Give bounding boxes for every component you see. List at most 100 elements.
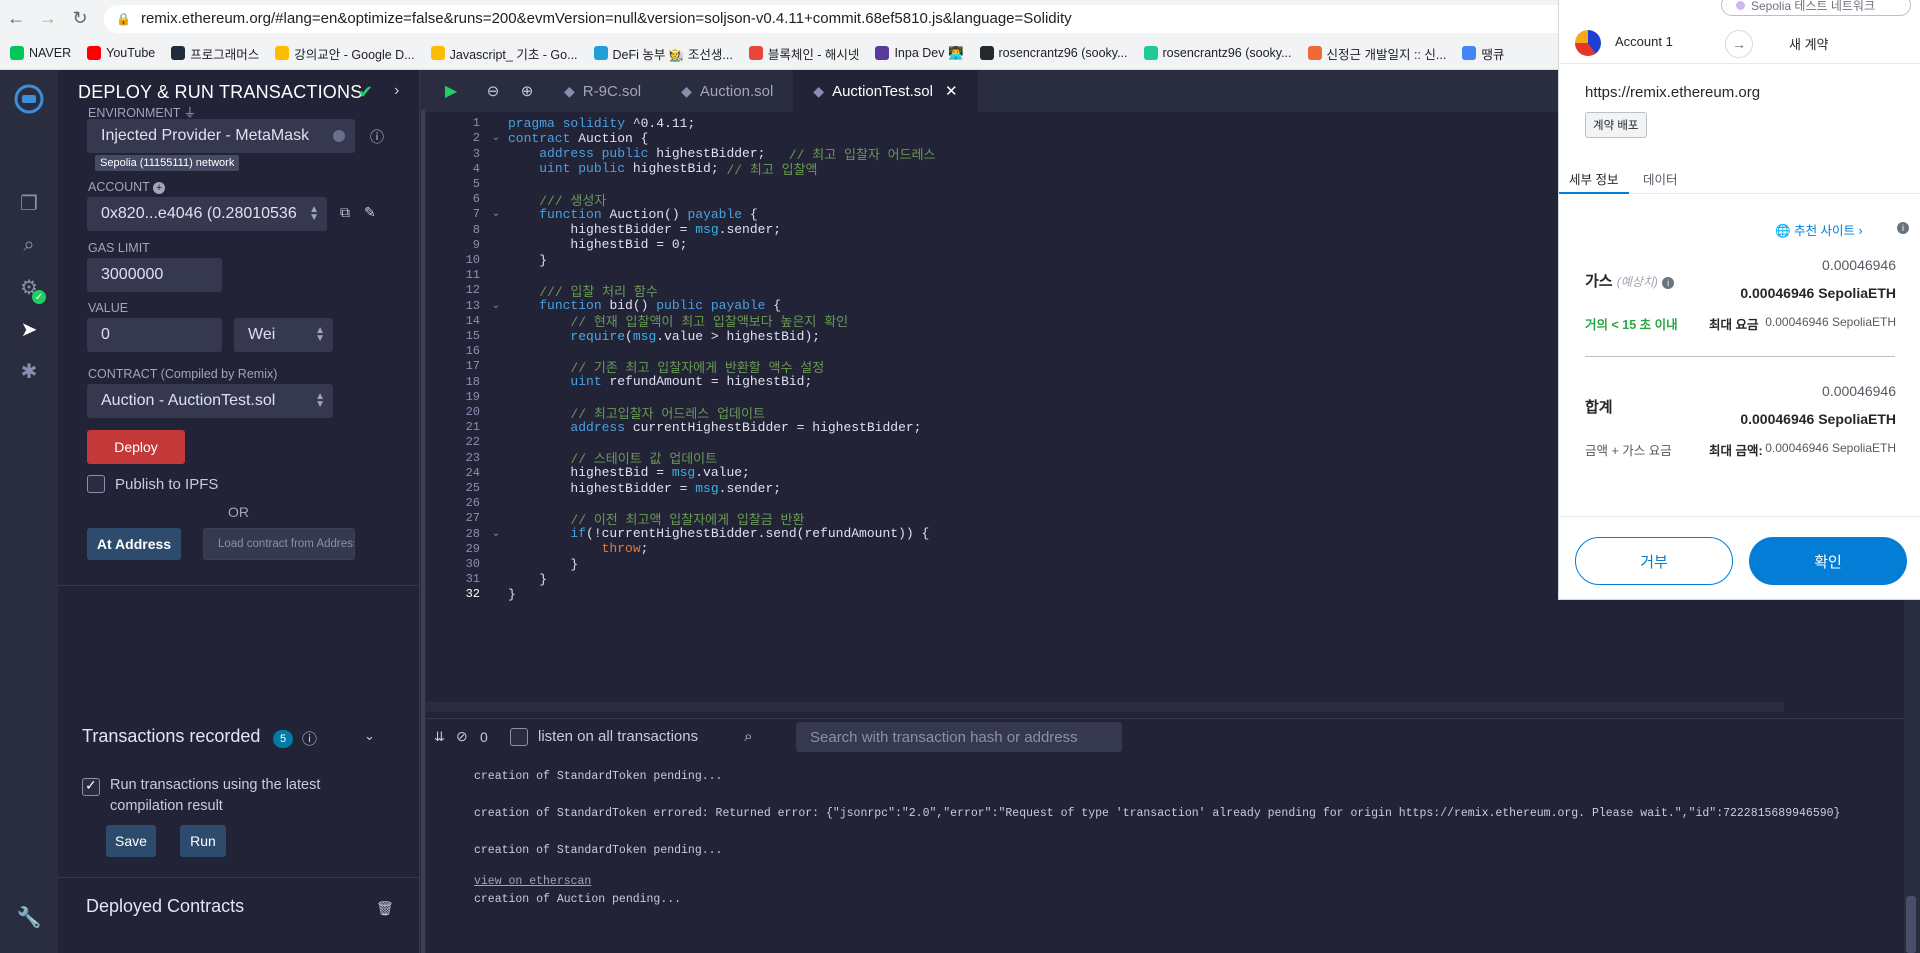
line-number: 6 bbox=[472, 192, 480, 207]
plugin-manager-icon[interactable]: 🔧 bbox=[14, 902, 44, 932]
save-button[interactable]: Save bbox=[106, 825, 156, 857]
solidity-compiler-icon[interactable]: ⚙ ✓ bbox=[14, 272, 46, 304]
panel-scrollbar-thumb[interactable] bbox=[421, 110, 425, 953]
value-unit-select[interactable]: Wei ▲ ▼ bbox=[234, 318, 333, 352]
tab-auction[interactable]: ◆ Auction.sol bbox=[661, 70, 793, 112]
terminal-scrollbar-thumb[interactable] bbox=[1906, 896, 1916, 953]
tab-auctiontest[interactable]: ◆ AuctionTest.sol ✕ bbox=[793, 70, 978, 112]
bookmark-item[interactable]: rosencrantz96 (sooky... bbox=[979, 46, 1128, 60]
search-icon[interactable]: ⌕ bbox=[14, 230, 44, 260]
deploy-run-icon[interactable]: ➤ bbox=[14, 314, 44, 344]
fold-icon[interactable]: ⌄ bbox=[484, 208, 508, 220]
bookmark-item[interactable]: Javascript_ 기초 - Go... bbox=[430, 44, 578, 63]
debugger-icon[interactable]: ✱ bbox=[14, 356, 44, 386]
copy-icon[interactable]: ⧉ bbox=[340, 204, 350, 221]
pending-count: 0 bbox=[480, 728, 488, 745]
chevron-down-icon[interactable]: ⌄ bbox=[364, 728, 375, 744]
network-pill[interactable]: Sepolia 테스트 네트워크 bbox=[1721, 0, 1911, 16]
select-arrow-icon: ▲ ▼ bbox=[315, 391, 325, 410]
listen-checkbox[interactable] bbox=[510, 727, 528, 746]
fold-icon[interactable]: ⌄ bbox=[484, 528, 508, 540]
bookmark-icon bbox=[87, 46, 102, 60]
zoom-in-icon[interactable]: ⊕ bbox=[510, 82, 544, 100]
file-explorer-icon[interactable]: ❐ bbox=[14, 188, 44, 218]
divider bbox=[58, 585, 419, 586]
info-icon[interactable]: ⓘ bbox=[302, 728, 317, 749]
transaction-search-input[interactable]: Search with transaction hash or address bbox=[796, 722, 1122, 752]
bookmark-label: Javascript_ 기초 - Go... bbox=[449, 47, 578, 62]
line-number: 7 bbox=[472, 207, 480, 222]
remix-logo-icon[interactable] bbox=[12, 84, 46, 114]
address-bar[interactable]: 🔒 remix.ethereum.org/#lang=en&optimize=f… bbox=[104, 4, 1574, 33]
at-address-button[interactable]: At Address bbox=[87, 528, 181, 560]
deploy-button[interactable]: Deploy bbox=[87, 430, 185, 464]
fold-icon[interactable]: ⌄ bbox=[484, 300, 508, 312]
contract-select[interactable]: Auction - AuctionTest.sol ▲ ▼ bbox=[87, 384, 333, 418]
bookmark-label: 땡큐 bbox=[1481, 47, 1505, 62]
bookmark-item[interactable]: 땡큐 bbox=[1462, 44, 1504, 63]
fold-icon[interactable]: ⌄ bbox=[484, 132, 508, 144]
close-icon[interactable]: ✕ bbox=[945, 82, 958, 100]
confirm-button[interactable]: 확인 bbox=[1749, 537, 1907, 585]
zoom-out-icon[interactable]: ⊖ bbox=[476, 82, 510, 100]
forward-icon[interactable]: → bbox=[32, 3, 64, 35]
bookmark-item[interactable]: YouTube bbox=[87, 46, 155, 60]
reject-button[interactable]: 거부 bbox=[1575, 537, 1733, 585]
contract-label: CONTRACT (Compiled by Remix) bbox=[88, 367, 278, 381]
bookmark-item[interactable]: NAVER bbox=[10, 46, 71, 60]
line-number: 14 bbox=[465, 313, 480, 328]
bookmark-item[interactable]: 블록체인 - 해시넷 bbox=[748, 44, 860, 63]
network-dot-icon bbox=[1736, 0, 1745, 10]
publish-ipfs-checkbox[interactable] bbox=[87, 475, 105, 493]
account-select[interactable]: 0x820...e4046 (0.28010536 ▲ ▼ bbox=[87, 197, 327, 231]
code-line[interactable]: 32} bbox=[426, 585, 1560, 604]
line-number: 25 bbox=[465, 481, 480, 496]
reload-icon[interactable]: ↻ bbox=[64, 3, 96, 35]
run-script-icon[interactable]: ▶ bbox=[426, 81, 476, 101]
bookmark-item[interactable]: DeFi 농부 🧑‍🌾 조선생... bbox=[593, 44, 733, 63]
editor-scrollbar[interactable] bbox=[426, 702, 1784, 712]
transactions-recorded-title[interactable]: Transactions recorded bbox=[82, 726, 260, 747]
add-account-icon[interactable]: + bbox=[153, 182, 166, 194]
load-contract-input[interactable]: Load contract from Address bbox=[203, 528, 355, 560]
collapse-icon[interactable]: ⇊ bbox=[434, 729, 456, 745]
terminal-line: creation of Auction pending... bbox=[474, 893, 682, 906]
run-button[interactable]: Run bbox=[180, 825, 226, 857]
deploy-contract-tag: 계약 배포 bbox=[1585, 112, 1647, 138]
tab-details[interactable]: 세부 정보 bbox=[1569, 169, 1618, 188]
recommended-site-link[interactable]: 🌐 추천 사이트 › bbox=[1775, 220, 1863, 239]
chevron-right-icon[interactable]: › bbox=[394, 82, 399, 100]
bookmark-item[interactable]: 신정근 개발일지 :: 신... bbox=[1307, 44, 1446, 63]
line-number: 1 bbox=[472, 116, 480, 131]
tab-data[interactable]: 데이터 bbox=[1643, 169, 1678, 188]
bookmark-label: 블록체인 - 해시넷 bbox=[767, 47, 860, 62]
bookmark-item[interactable]: 프로그래머스 bbox=[171, 44, 259, 63]
back-icon[interactable]: ← bbox=[0, 3, 32, 35]
line-number: 4 bbox=[472, 161, 480, 176]
gas-limit-input[interactable]: 3000000 bbox=[87, 258, 222, 292]
etherscan-link[interactable]: view on etherscan bbox=[474, 875, 591, 888]
info-icon[interactable]: i bbox=[1662, 277, 1675, 289]
info-icon[interactable]: i bbox=[1897, 222, 1909, 234]
code-editor[interactable]: 1 pragma solidity ^0.4.11; 2 ⌄ contract Auct… bbox=[426, 112, 1560, 702]
bookmark-label: DeFi 농부 🧑‍🌾 조선생... bbox=[612, 47, 733, 62]
bookmark-item[interactable]: 강의교안 - Google D... bbox=[275, 44, 415, 63]
icon-rail: ❐ ⌕ ⚙ ✓ ➤ ✱ 🔧 bbox=[0, 70, 58, 953]
info-icon[interactable]: ⓘ bbox=[370, 127, 384, 147]
bookmark-label: rosencrantz96 (sooky... bbox=[998, 46, 1128, 60]
bookmark-item[interactable]: Inpa Dev 👨‍💻 bbox=[875, 46, 964, 61]
bookmark-item[interactable]: rosencrantz96 (sooky... bbox=[1143, 46, 1292, 60]
environment-select[interactable]: Injected Provider - MetaMask bbox=[87, 119, 355, 153]
trash-icon[interactable]: 🗑 bbox=[376, 900, 394, 917]
value-input[interactable]: 0 bbox=[87, 318, 222, 352]
max-amount-value: 0.00046946 SepoliaETH bbox=[1765, 441, 1896, 455]
account-value: 0x820...e4046 (0.28010536 bbox=[101, 205, 297, 222]
run-latest-checkbox[interactable] bbox=[82, 777, 100, 796]
line-number: 11 bbox=[465, 268, 480, 283]
tab-label: AuctionTest.sol bbox=[832, 82, 933, 100]
clear-icon[interactable]: ⊘ bbox=[456, 728, 480, 745]
deployed-contracts-title: Deployed Contracts bbox=[86, 896, 245, 916]
edit-icon[interactable]: ✎ bbox=[364, 204, 376, 221]
line-number: 13 bbox=[465, 298, 480, 313]
tab-r9c[interactable]: ◆ R-9C.sol bbox=[544, 70, 661, 112]
